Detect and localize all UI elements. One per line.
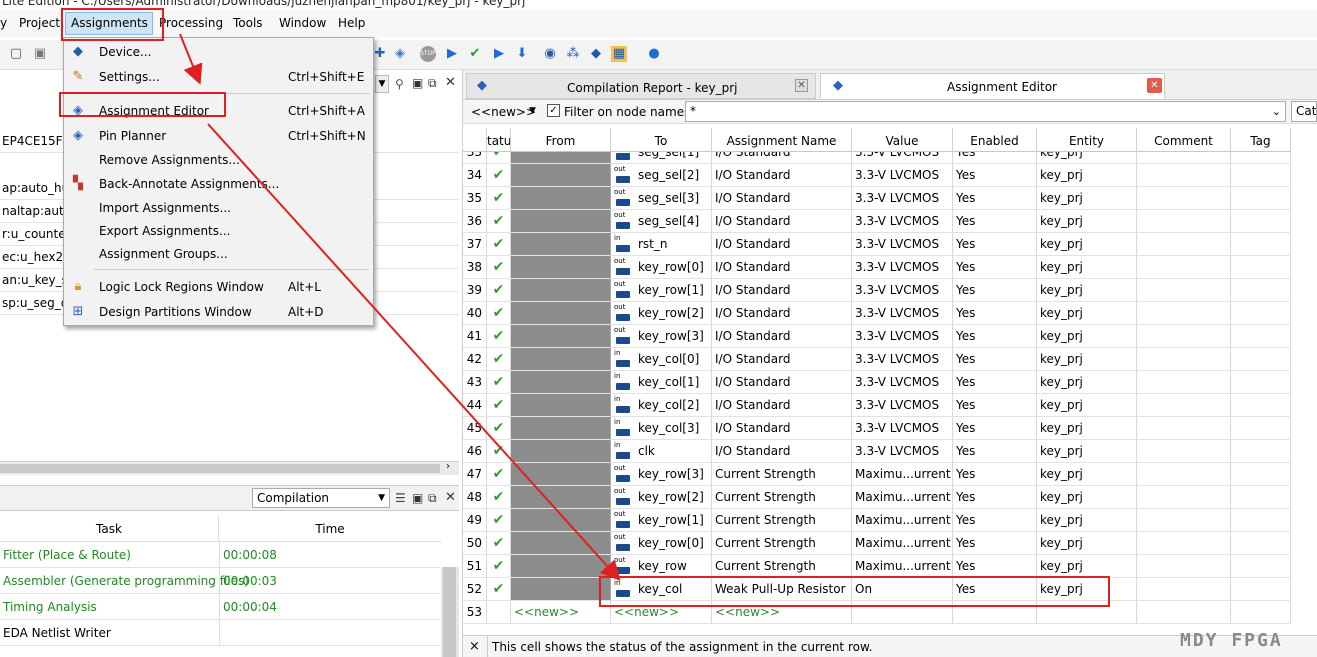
annotation-arrow-1 (179, 33, 203, 85)
annotation-arrow-2 (207, 123, 621, 581)
menu-assignments-label[interactable]: Assignments (71, 16, 148, 30)
quartus-window: Lite Edition - C:/Users/Administrator/Do… (0, 0, 1317, 657)
annotation-arrows (179, 33, 621, 581)
